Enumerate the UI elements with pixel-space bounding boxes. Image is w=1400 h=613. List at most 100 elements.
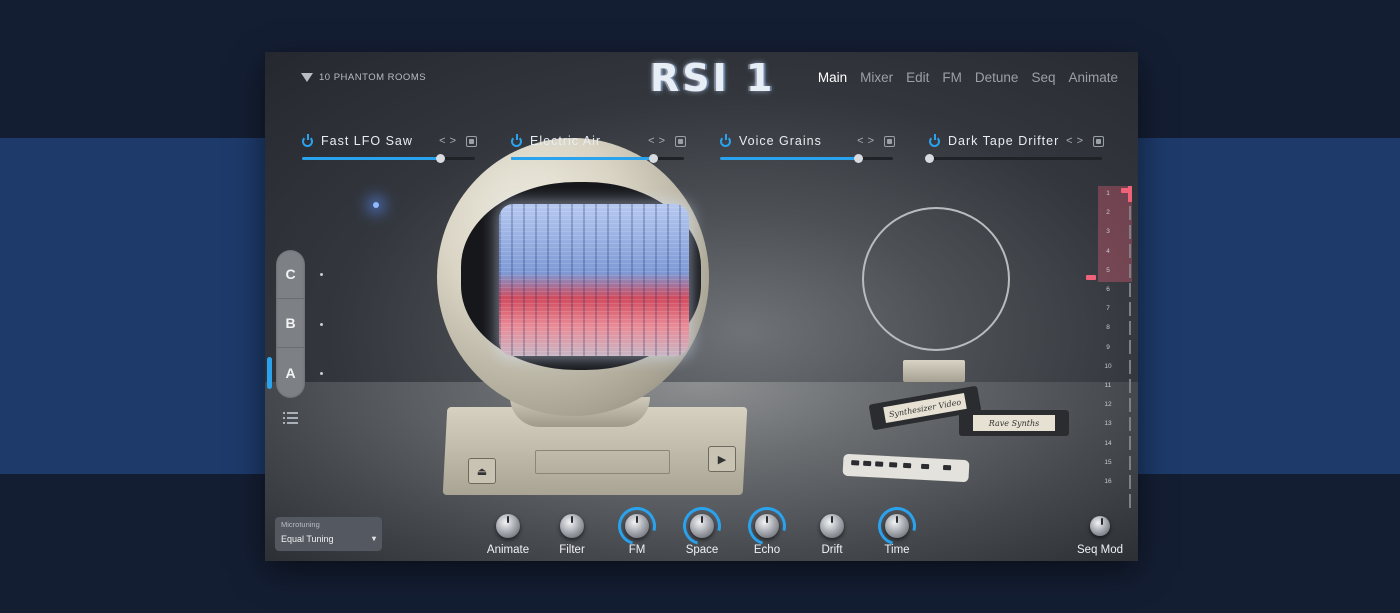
randomize-icon[interactable] xyxy=(675,135,686,147)
layer-c-button[interactable]: C xyxy=(276,250,305,299)
step-number: 10 xyxy=(1104,362,1112,370)
slider-thumb[interactable] xyxy=(648,154,658,163)
microtuning-value: Equal Tuning xyxy=(281,534,334,544)
layer-dot xyxy=(320,273,323,276)
product-title: RSI 1 xyxy=(650,56,776,100)
step-bar[interactable] xyxy=(1129,302,1131,316)
tab-mixer[interactable]: Mixer xyxy=(860,70,893,85)
knob-label: Animate xyxy=(486,544,530,556)
step-bar[interactable] xyxy=(1129,494,1131,508)
tab-main[interactable]: Main xyxy=(818,70,847,85)
echo-knob[interactable] xyxy=(741,500,793,552)
knob-label: Drift xyxy=(821,544,843,556)
step-bar[interactable] xyxy=(1129,417,1131,432)
effect-amount-slider[interactable] xyxy=(511,154,684,163)
effect-slot-4: Dark Tape Drifter <> xyxy=(925,132,1104,163)
layer-dot xyxy=(320,323,323,326)
layer-b-button[interactable]: B xyxy=(276,299,305,348)
step-sequencer[interactable]: 1 2 3 4 5 6 7 8 9 10 11 12 13 14 15 16 xyxy=(1086,186,1132,508)
step-bar[interactable] xyxy=(1129,225,1131,240)
brand-mark-icon xyxy=(301,72,313,83)
power-icon[interactable] xyxy=(720,133,731,147)
seq-mod-knob[interactable] xyxy=(1081,507,1119,545)
step-number: 6 xyxy=(1106,286,1110,293)
tab-seq[interactable]: Seq xyxy=(1031,70,1055,85)
step-bar[interactable] xyxy=(1129,282,1131,297)
effect-slot-2: Electric Air <> xyxy=(511,132,686,163)
knob-label: Filter xyxy=(559,544,585,556)
play-icon: ▶ xyxy=(708,446,736,472)
step-bar[interactable] xyxy=(1129,206,1131,220)
step-number: 9 xyxy=(1106,343,1110,351)
power-icon[interactable] xyxy=(929,133,940,147)
dropdown-arrow-icon: ▾ xyxy=(371,534,376,543)
effect-name[interactable]: Voice Grains xyxy=(739,134,857,148)
eject-icon: ⏏ xyxy=(468,458,496,484)
power-icon[interactable] xyxy=(511,133,522,147)
space-knob[interactable] xyxy=(676,500,728,552)
randomize-icon[interactable] xyxy=(466,135,477,147)
step-number: 8 xyxy=(1106,324,1110,332)
effect-name[interactable]: Fast LFO Saw xyxy=(321,134,439,148)
filter-knob[interactable] xyxy=(553,507,591,545)
prev-next-arrows-icon[interactable]: <> xyxy=(648,135,669,147)
effect-slot-3: Voice Grains <> xyxy=(720,132,895,163)
tab-detune[interactable]: Detune xyxy=(975,70,1019,85)
animate-knob[interactable] xyxy=(489,507,527,545)
step-bar[interactable] xyxy=(1129,398,1131,412)
brand-name: 10 PHANTOM ROOMS xyxy=(319,72,427,83)
step-number: 2 xyxy=(1106,209,1110,217)
effect-name[interactable]: Dark Tape Drifter xyxy=(948,134,1066,148)
fm-knob[interactable] xyxy=(611,500,663,552)
slider-thumb[interactable] xyxy=(854,154,864,163)
step-number: 14 xyxy=(1104,439,1112,447)
step-bar[interactable] xyxy=(1129,359,1131,374)
effect-amount-slider[interactable] xyxy=(925,154,1102,163)
step-bar[interactable] xyxy=(1129,436,1131,451)
plugin-window: 10 PHANTOM ROOMS RSI 1 Main Mixer Edit F… xyxy=(265,52,1138,561)
loop-end-handle[interactable] xyxy=(1086,275,1096,280)
effect-name[interactable]: Electric Air xyxy=(530,134,648,148)
slider-thumb[interactable] xyxy=(436,154,446,163)
prev-next-arrows-icon[interactable]: <> xyxy=(857,135,878,147)
time-knob[interactable] xyxy=(871,500,923,552)
prev-next-arrows-icon[interactable]: <> xyxy=(439,135,460,147)
knob-label: Space xyxy=(685,544,719,556)
microtuning-label: Microtuning xyxy=(281,520,320,529)
step-number: 12 xyxy=(1104,401,1112,409)
slider-thumb[interactable] xyxy=(925,154,934,163)
effect-amount-slider[interactable] xyxy=(302,154,475,163)
step-bar[interactable] xyxy=(1129,378,1131,393)
power-icon[interactable] xyxy=(302,133,313,147)
antenna-base xyxy=(903,360,965,382)
step-number: 11 xyxy=(1104,382,1112,389)
microtuning-dropdown[interactable]: Microtuning Equal Tuning ▾ xyxy=(275,517,382,551)
main-nav: Main Mixer Edit FM Detune Seq Animate xyxy=(818,70,1118,85)
tab-fm[interactable]: FM xyxy=(942,70,962,85)
randomize-icon[interactable] xyxy=(884,135,895,147)
step-number: 7 xyxy=(1106,305,1110,313)
effect-amount-slider[interactable] xyxy=(720,154,893,163)
knob-label: Time xyxy=(884,544,910,556)
step-bar[interactable] xyxy=(1129,474,1131,489)
step-bar[interactable] xyxy=(1129,321,1131,336)
layer-a-button[interactable]: A xyxy=(276,348,305,397)
tab-animate[interactable]: Animate xyxy=(1068,70,1118,85)
drift-knob[interactable] xyxy=(813,507,851,545)
antenna-hoop xyxy=(862,207,1010,351)
step-bar[interactable] xyxy=(1129,244,1131,259)
randomize-icon[interactable] xyxy=(1093,135,1104,147)
layer-dot xyxy=(320,372,323,375)
loop-start-handle[interactable] xyxy=(1121,188,1131,193)
step-bar[interactable] xyxy=(1129,263,1131,278)
tab-edit[interactable]: Edit xyxy=(906,70,929,85)
prev-next-arrows-icon[interactable]: <> xyxy=(1066,135,1087,147)
step-number: 5 xyxy=(1106,266,1110,274)
tape-rave-synths: Rave Synths xyxy=(959,410,1069,436)
step-bar[interactable] xyxy=(1129,455,1131,470)
step-number: 1 xyxy=(1106,190,1110,197)
step-bar[interactable] xyxy=(1129,340,1131,355)
list-icon[interactable] xyxy=(283,412,298,424)
brand-logo: 10 PHANTOM ROOMS xyxy=(301,72,426,83)
step-number: 13 xyxy=(1104,420,1112,428)
